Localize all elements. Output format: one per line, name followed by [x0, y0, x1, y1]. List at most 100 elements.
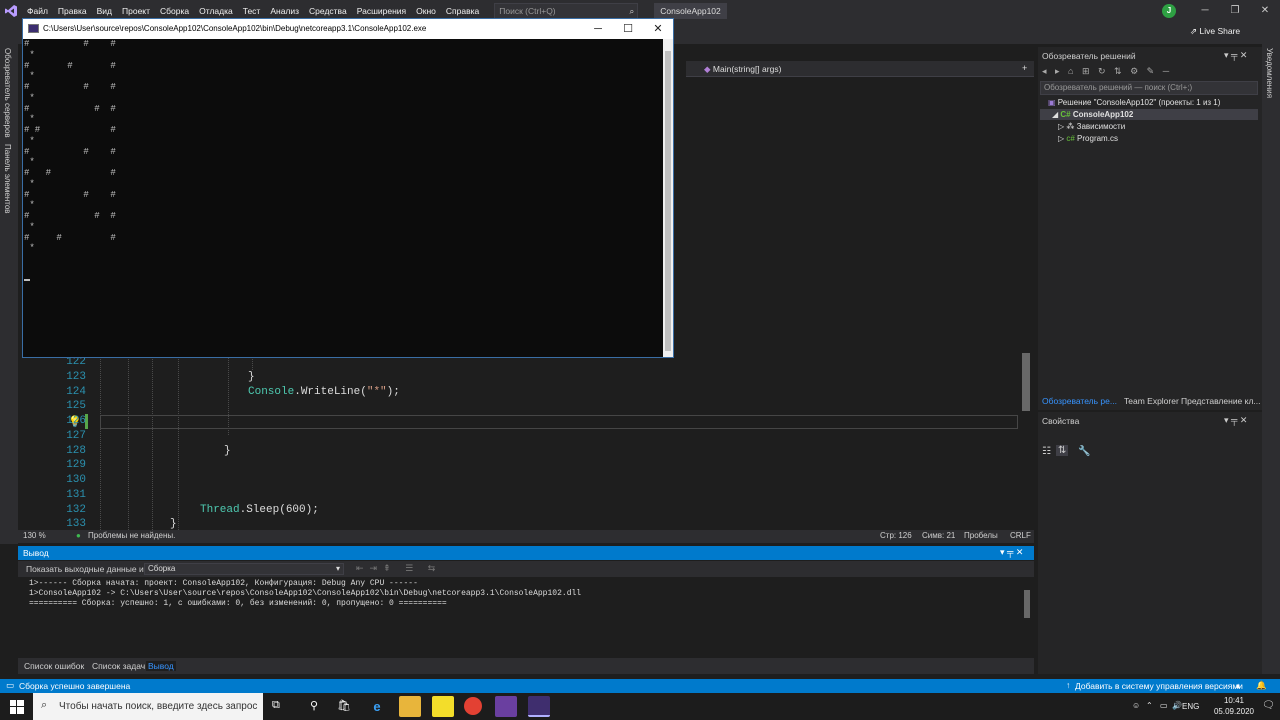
console-minimize-icon[interactable]: ─ [583, 19, 613, 39]
chevron-down-icon: ▾ [335, 564, 340, 573]
language-indicator[interactable]: ENG [1182, 702, 1199, 711]
tab-solution-explorer[interactable]: Обозреватель ре... [1042, 396, 1117, 406]
line-number: 132 [66, 503, 86, 516]
search-icon: ⌕ [41, 699, 48, 711]
add-to-source-control[interactable]: Добавить в систему управления версиями [1075, 681, 1243, 691]
code-text: } [224, 444, 231, 459]
volume-icon[interactable]: 🔊 [1172, 701, 1182, 710]
store-icon[interactable]: 🛍 [333, 696, 355, 717]
issues-status[interactable]: Проблемы не найдены. [88, 531, 175, 540]
code-line[interactable]: 124 Console.WriteLine("*"); [18, 385, 1018, 400]
chrome-icon[interactable] [464, 697, 482, 715]
search-input[interactable]: Поиск (Ctrl+Q) ⌕ [494, 3, 639, 19]
visual-studio-taskbar-icon[interactable] [495, 696, 517, 717]
maximize-icon[interactable]: ❐ [1220, 0, 1250, 22]
categorized-icon[interactable]: ☷ [1042, 446, 1051, 457]
console-title-bar[interactable]: C:\Users\User\source\repos\ConsoleApp102… [23, 19, 673, 39]
code-line[interactable]: 129 [18, 458, 1018, 473]
console-line: # # # [24, 211, 116, 221]
network-icon[interactable]: ▭ [1160, 701, 1168, 710]
console-line: # # # [24, 103, 116, 114]
panel-options-icons[interactable]: ▾ ╤ ✕ [1224, 50, 1247, 61]
task-view-icon[interactable]: ⧉ [272, 699, 280, 712]
tab-class-view[interactable]: Представление кл... [1181, 396, 1261, 406]
tab-toolbox[interactable]: Панель элементов [3, 144, 12, 214]
tree-project[interactable]: ◢ C# ConsoleApp102 [1052, 110, 1133, 119]
solution-explorer-toolbar[interactable]: ◂ ▸ ⌂ ⊞ ↻ ⇅ ⚙ ✎ ─ [1042, 66, 1172, 77]
console-close-icon[interactable]: ✕ [643, 19, 673, 39]
notification-bell-icon[interactable]: 🔔 [1256, 680, 1267, 691]
tab-output[interactable]: Вывод [146, 661, 176, 671]
code-line[interactable]: 128} [18, 444, 1018, 459]
close-icon[interactable]: ✕ [1250, 0, 1280, 22]
security-icon[interactable]: ⚲ [303, 696, 325, 717]
tab-task-list[interactable]: Список задач [92, 661, 145, 671]
editor-scrollbar-thumb[interactable] [1022, 353, 1030, 411]
dependencies-icon: ⁂ [1066, 122, 1077, 131]
tab-error-list[interactable]: Список ошибок [24, 661, 84, 671]
tree-dependencies-label: Зависимости [1076, 122, 1126, 131]
console-scrollbar-thumb[interactable] [665, 51, 671, 351]
output-source-select[interactable]: Сборка ▾ [144, 563, 344, 575]
wrench-icon[interactable]: 🔧 [1078, 446, 1090, 457]
code-token: } [224, 444, 231, 457]
clock-date[interactable]: 05.09.2020 [1210, 707, 1258, 716]
console-scrollbar[interactable] [663, 39, 673, 357]
properties-panel: Свойства ▾ ╤ ✕ ☷ ⇅ 🔧 [1038, 412, 1262, 674]
split-editor-icon[interactable]: + [1022, 63, 1027, 73]
code-line[interactable]: 126 [18, 414, 1018, 429]
code-line[interactable]: 130 [18, 473, 1018, 488]
media-player-icon[interactable] [432, 696, 454, 717]
code-line[interactable]: 123} [18, 370, 1018, 385]
code-token: .Sleep(600); [239, 503, 319, 516]
editor-scrollbar[interactable] [1020, 77, 1032, 530]
chevron-up-icon[interactable]: ⌃ [1146, 701, 1153, 710]
tree-dependencies[interactable]: ▷ ⁂ Зависимости [1058, 122, 1125, 131]
panel-options-icons[interactable]: ▾ ╤ ✕ [1224, 415, 1247, 426]
tab-team-explorer[interactable]: Team Explorer [1124, 396, 1179, 406]
file-explorer-icon[interactable] [399, 696, 421, 717]
output-line: ========== Сборка: успешно: 1, с ошибкам… [29, 599, 447, 608]
tree-program-label: Program.cs [1077, 134, 1118, 143]
code-line[interactable]: 131 [18, 488, 1018, 503]
output-line: 1>------ Сборка начата: проект: ConsoleA… [29, 579, 418, 588]
arrow-up-icon: ↑ [1066, 680, 1071, 690]
console-line: # # # [24, 189, 116, 200]
visual-studio-logo-icon [0, 0, 22, 22]
console-line: * [24, 71, 35, 82]
output-scrollbar[interactable] [1022, 578, 1032, 656]
console-maximize-icon[interactable]: ☐ [613, 19, 643, 39]
tab-notifications[interactable]: Уведомления [1265, 48, 1274, 98]
code-line[interactable]: 127 [18, 429, 1018, 444]
tab-server-explorer[interactable]: Обозреватель серверов [3, 48, 12, 138]
bottom-tab-bar: Список ошибок Список задач Вывод [18, 658, 1034, 674]
clock-time[interactable]: 10:41 [1214, 696, 1254, 705]
code-line[interactable]: 125 [18, 399, 1018, 414]
tree-program-file[interactable]: ▷ c# Program.cs [1058, 134, 1118, 143]
alphabetical-icon[interactable]: ⇅ [1056, 445, 1069, 456]
live-share-button[interactable]: ⇗ Live Share [1190, 26, 1240, 37]
console-line: # # # [24, 82, 116, 92]
line-number: 131 [66, 488, 86, 501]
panel-options-icons[interactable]: ▾ ╤ ✕ [1000, 547, 1023, 558]
edge-icon[interactable]: e [366, 696, 388, 717]
tree-solution[interactable]: ▣ Решение "ConsoleApp102" (проекты: 1 из… [1048, 98, 1220, 107]
right-tool-strip: Уведомления [1262, 44, 1280, 674]
people-icon[interactable]: ☺ [1132, 701, 1140, 710]
member-dropdown[interactable]: ◆ Main(string[] args) [704, 64, 781, 75]
console-line: * [24, 92, 35, 103]
zoom-level[interactable]: 130 % [23, 531, 46, 540]
code-line[interactable]: 132 Thread.Sleep(600); [18, 503, 1018, 518]
user-avatar[interactable]: J [1162, 4, 1176, 18]
output-toolbar-buttons[interactable]: ⇤⇥⇞ ☰ ⇆ [356, 563, 441, 574]
windows-start-icon[interactable] [0, 693, 33, 720]
notifications-icon[interactable]: 🗨 [1262, 700, 1275, 711]
console-window[interactable]: C:\Users\User\source\repos\ConsoleApp102… [22, 18, 674, 358]
minimize-icon[interactable]: ─ [1190, 0, 1220, 22]
console-taskbar-icon[interactable] [528, 696, 550, 717]
line-number: 124 [66, 385, 86, 398]
solution-search-input[interactable]: Обозреватель решений — поиск (Ctrl+;) [1040, 81, 1258, 95]
windows-search-box[interactable]: ⌕ Чтобы начать поиск, введите здесь запр… [33, 693, 263, 720]
windows-search-placeholder: Чтобы начать поиск, введите здесь запрос [59, 701, 258, 712]
output-scrollbar-thumb[interactable] [1024, 590, 1030, 618]
